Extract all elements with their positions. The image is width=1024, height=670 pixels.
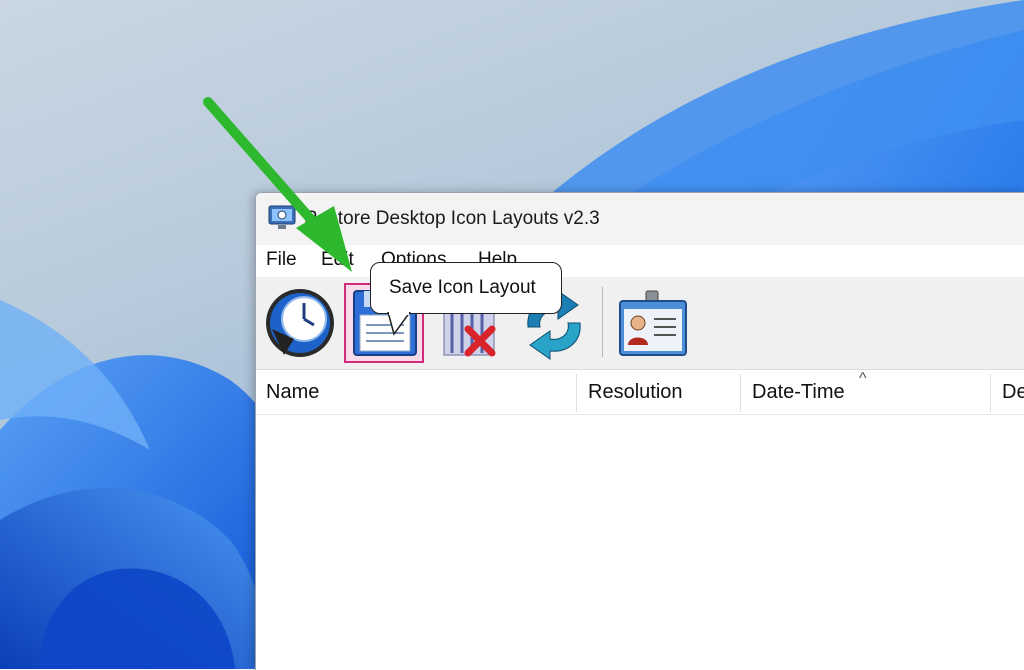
menu-edit[interactable]: Edit [321, 249, 354, 271]
column-header-resolution[interactable]: Resolution [588, 370, 683, 414]
layout-list[interactable] [256, 415, 1024, 670]
app-monitor-icon [268, 205, 296, 231]
column-header-description[interactable]: De [1002, 370, 1024, 414]
restore-layout-button[interactable] [262, 285, 338, 363]
id-card-button[interactable] [616, 285, 692, 363]
column-divider[interactable] [990, 374, 991, 412]
sort-ascending-icon: ^ [859, 370, 867, 387]
tooltip-pointer [387, 312, 411, 336]
restore-clock-icon [266, 289, 334, 357]
column-divider[interactable] [740, 374, 741, 412]
tooltip: Save Icon Layout [370, 262, 562, 314]
window-title: Restore Desktop Icon Layouts v2.3 [304, 208, 600, 229]
column-header-date-time[interactable]: Date-Time [752, 370, 845, 414]
tooltip-text: Save Icon Layout [389, 277, 536, 298]
toolbar-separator [602, 287, 603, 357]
list-header: Name Resolution Date-Time ^ De [256, 370, 1024, 415]
id-card-icon [619, 290, 687, 356]
column-header-name[interactable]: Name [266, 370, 319, 414]
title-bar[interactable]: Restore Desktop Icon Layouts v2.3 [256, 193, 1024, 245]
column-divider[interactable] [576, 374, 577, 412]
app-window: Restore Desktop Icon Layouts v2.3 File E… [255, 192, 1024, 670]
menu-file[interactable]: File [266, 249, 297, 271]
